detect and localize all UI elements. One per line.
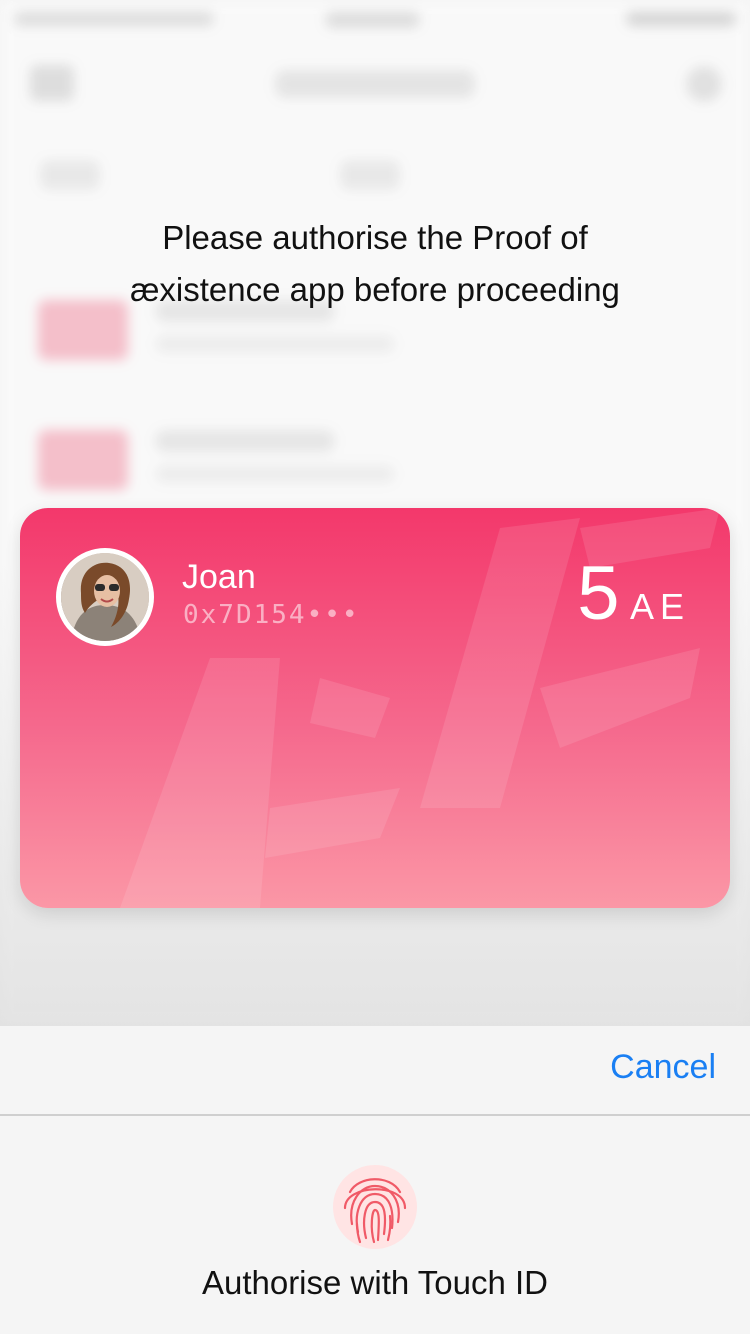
account-balance: 5 AE <box>577 550 690 637</box>
touch-id-label: Authorise with Touch ID <box>201 1264 549 1301</box>
account-card: Joan 0x7D154••• 5 AE <box>20 508 730 908</box>
balance-unit: AE <box>629 586 690 627</box>
avatar-portrait <box>61 553 149 641</box>
balance-amount: 5 <box>577 551 620 636</box>
touch-id-panel: Authorise with Touch ID <box>0 1116 750 1334</box>
cancel-button[interactable]: Cancel <box>610 1048 716 1087</box>
authorisation-prompt: Please authorise the Proof of æxistence … <box>60 212 690 316</box>
fingerprint-icon[interactable] <box>330 1162 420 1252</box>
account-name: Joan <box>182 558 256 596</box>
prompt-line: æxistence app before proceeding <box>130 271 620 308</box>
prompt-line: Please authorise the Proof of <box>162 219 588 256</box>
avatar <box>56 548 154 646</box>
action-bar: Cancel <box>0 1026 750 1116</box>
avatar-photo <box>61 553 149 641</box>
account-address: 0x7D154••• <box>183 600 360 630</box>
